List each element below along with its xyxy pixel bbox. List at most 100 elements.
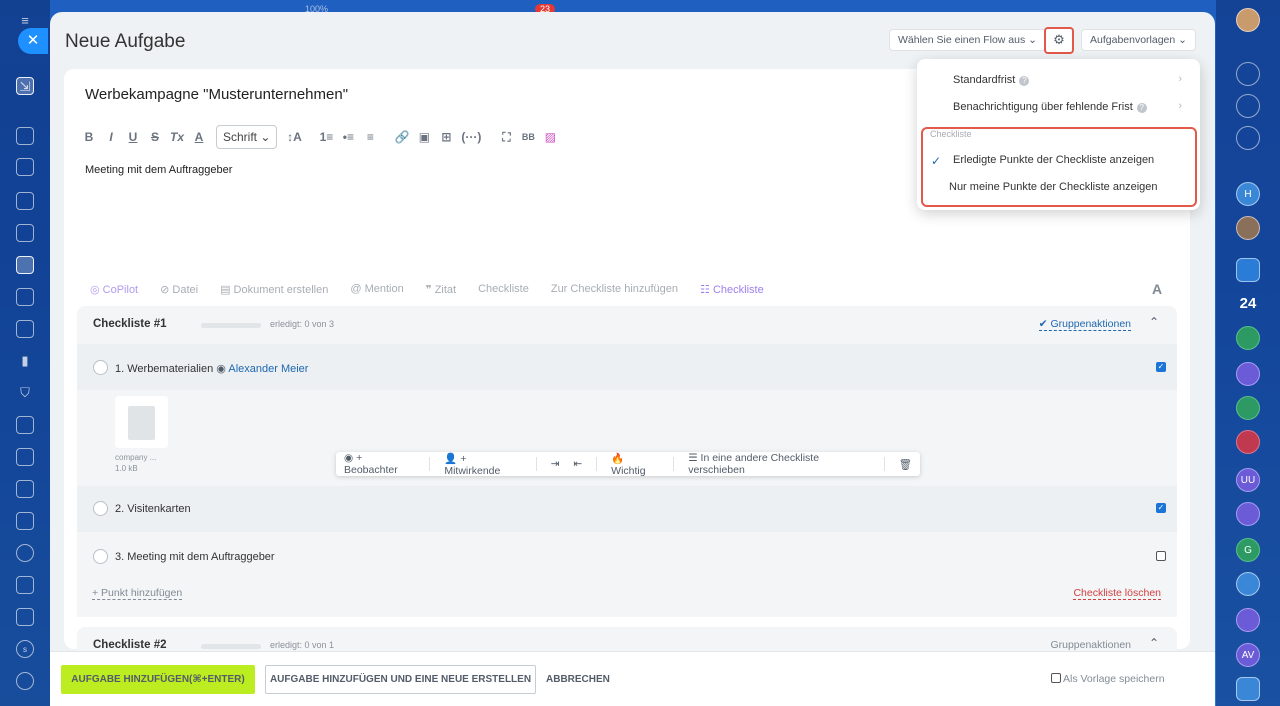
- checklist-item[interactable]: 1. Werbematerialien ◉ Alexander Meier ✓: [77, 344, 1177, 390]
- search-icon[interactable]: [1236, 126, 1260, 150]
- mention-action[interactable]: @ Mention: [350, 283, 403, 296]
- indent-icon[interactable]: ⇥: [551, 458, 560, 470]
- market-icon[interactable]: [16, 608, 34, 626]
- item-complete-circle[interactable]: [93, 549, 108, 564]
- image-button[interactable]: ▣: [413, 130, 435, 144]
- lock-icon[interactable]: [1236, 430, 1260, 454]
- font-color-button[interactable]: A: [188, 130, 210, 144]
- outdent-icon[interactable]: ⇤: [573, 458, 582, 470]
- menu-item-missing-deadline[interactable]: Benachrichtigung über fehlende Frist?: [953, 101, 1147, 113]
- font-style-button[interactable]: A: [1152, 281, 1162, 297]
- item-complete-circle[interactable]: [93, 501, 108, 516]
- settings-button[interactable]: ⚙: [1044, 27, 1074, 54]
- item-complete-circle[interactable]: [93, 360, 108, 375]
- chevron-up-icon[interactable]: ⌃: [1149, 636, 1159, 650]
- help-icon[interactable]: ?: [1019, 76, 1030, 86]
- cog-icon[interactable]: [16, 672, 34, 690]
- crm-icon[interactable]: [16, 288, 34, 306]
- checklist-action[interactable]: Checkliste: [478, 283, 529, 296]
- contacts-icon[interactable]: [16, 192, 34, 210]
- code-button[interactable]: (···): [457, 130, 485, 144]
- chevron-up-icon[interactable]: ⌃: [1149, 315, 1159, 329]
- avatar-av[interactable]: AV: [1236, 643, 1260, 667]
- font-select[interactable]: Schrift ⌄: [216, 125, 278, 149]
- add-point-link[interactable]: + Punkt hinzufügen: [92, 587, 183, 600]
- checklist-item[interactable]: 2. Visitenkarten ✓: [77, 486, 1177, 532]
- move-button[interactable]: ☰ In eine andere Checkliste verschieben: [688, 452, 870, 476]
- lock-icon[interactable]: [1236, 396, 1260, 420]
- lock-icon[interactable]: [1236, 572, 1260, 596]
- analytics-icon[interactable]: ▮: [16, 352, 34, 370]
- copilot-action[interactable]: ◎ CoPilot: [90, 283, 138, 296]
- quote-action[interactable]: ❞ Zitat: [426, 283, 456, 296]
- observer-button[interactable]: ◉ + Beobachter: [344, 452, 415, 476]
- templates-select[interactable]: Aufgabenvorlagen ⌄: [1081, 29, 1196, 51]
- important-button[interactable]: 🔥 Wichtig: [611, 452, 659, 477]
- add-task-button[interactable]: AUFGABE HINZUFÜGEN(⌘+ENTER): [61, 665, 255, 694]
- menu-item-show-done[interactable]: Erledigte Punkte der Checkliste anzeigen: [953, 154, 1154, 166]
- unordered-list-button[interactable]: •≡: [337, 130, 359, 144]
- cancel-button[interactable]: ABBRECHEN: [546, 665, 610, 694]
- feed-icon[interactable]: [16, 127, 34, 145]
- avatar-photo[interactable]: [1236, 216, 1260, 240]
- copilot-chat-icon[interactable]: [1236, 362, 1260, 386]
- sites-icon[interactable]: [16, 320, 34, 338]
- copilot-chat-icon[interactable]: [1236, 608, 1260, 632]
- avatar-uu[interactable]: UU: [1236, 468, 1260, 492]
- file-action[interactable]: ⊘ Datei: [160, 283, 198, 296]
- chat-icon[interactable]: [16, 158, 34, 176]
- user-avatar[interactable]: [1236, 8, 1260, 32]
- document-action[interactable]: ▤ Dokument erstellen: [220, 283, 328, 296]
- add-to-checklist-action[interactable]: Zur Checkliste hinzufügen: [551, 283, 678, 296]
- strike-button[interactable]: S: [144, 130, 166, 144]
- sign-icon[interactable]: [16, 576, 34, 594]
- chat-bubble-icon[interactable]: [1236, 677, 1260, 701]
- tasks-icon[interactable]: [16, 256, 34, 274]
- save-template-checkbox[interactable]: Als Vorlage speichern: [1051, 673, 1165, 685]
- copilot-chat-icon[interactable]: [1236, 502, 1260, 526]
- task-title-input[interactable]: Werbekampagne "Musterunternehmen": [85, 86, 348, 103]
- trash-icon[interactable]: 🗑: [899, 458, 912, 471]
- lock-icon[interactable]: [1236, 326, 1260, 350]
- settings-small-icon[interactable]: s: [16, 640, 34, 658]
- underline-button[interactable]: U: [122, 130, 144, 144]
- ordered-list-button[interactable]: 1≡: [315, 130, 337, 144]
- bell-icon[interactable]: [1236, 62, 1260, 86]
- menu-item-standard-deadline[interactable]: Standardfrist?: [953, 74, 1030, 86]
- italic-button[interactable]: I: [100, 130, 122, 144]
- help-icon[interactable]: ?: [1136, 103, 1147, 113]
- clear-format-button[interactable]: Tx: [166, 130, 188, 144]
- link-button[interactable]: 🔗: [391, 130, 413, 144]
- fullscreen-button[interactable]: ⛶: [495, 130, 517, 145]
- checklist-item[interactable]: 3. Meeting mit dem Auftraggeber: [77, 534, 1177, 580]
- flow-select[interactable]: Wählen Sie einen Flow aus ⌄: [889, 29, 1046, 51]
- item-user-link[interactable]: Alexander Meier: [228, 363, 308, 375]
- media-button[interactable]: ▨: [539, 130, 561, 144]
- participant-button[interactable]: 👤 + Mitwirkende: [444, 452, 521, 477]
- bbcode-button[interactable]: BB: [517, 132, 539, 142]
- checkbox-box[interactable]: [1051, 673, 1061, 683]
- item-checkbox[interactable]: ✓: [1156, 362, 1166, 372]
- copilot-icon[interactable]: [1236, 94, 1260, 118]
- bold-button[interactable]: B: [78, 130, 100, 144]
- bot-icon[interactable]: [16, 512, 34, 530]
- menu-item-only-mine[interactable]: Nur meine Punkte der Checkliste anzeigen: [949, 181, 1158, 193]
- copilot-nav-icon[interactable]: [16, 544, 34, 562]
- collapse-icon[interactable]: ⇲: [16, 77, 34, 95]
- shop-icon[interactable]: ⛉: [16, 384, 34, 402]
- docs-icon[interactable]: [16, 224, 34, 242]
- align-button[interactable]: ≡: [359, 130, 381, 144]
- inventory-icon[interactable]: [16, 416, 34, 434]
- booking-icon[interactable]: [16, 448, 34, 466]
- avatar-g[interactable]: G: [1236, 538, 1260, 562]
- close-panel-button[interactable]: ✕: [18, 28, 48, 54]
- checklist-new-action[interactable]: ☷ Checkliste: [700, 283, 764, 296]
- table-button[interactable]: ⊞: [435, 130, 457, 144]
- file-attachment[interactable]: [115, 396, 168, 448]
- item-checkbox[interactable]: [1156, 551, 1166, 561]
- item-checkbox[interactable]: ✓: [1156, 503, 1166, 513]
- group-actions-link[interactable]: ✔ Gruppenaktionen: [1038, 318, 1131, 331]
- task-description[interactable]: Meeting mit dem Auftraggeber: [85, 164, 232, 176]
- tasks-right-icon[interactable]: [1236, 258, 1260, 282]
- font-size-button[interactable]: ↕A: [283, 130, 305, 144]
